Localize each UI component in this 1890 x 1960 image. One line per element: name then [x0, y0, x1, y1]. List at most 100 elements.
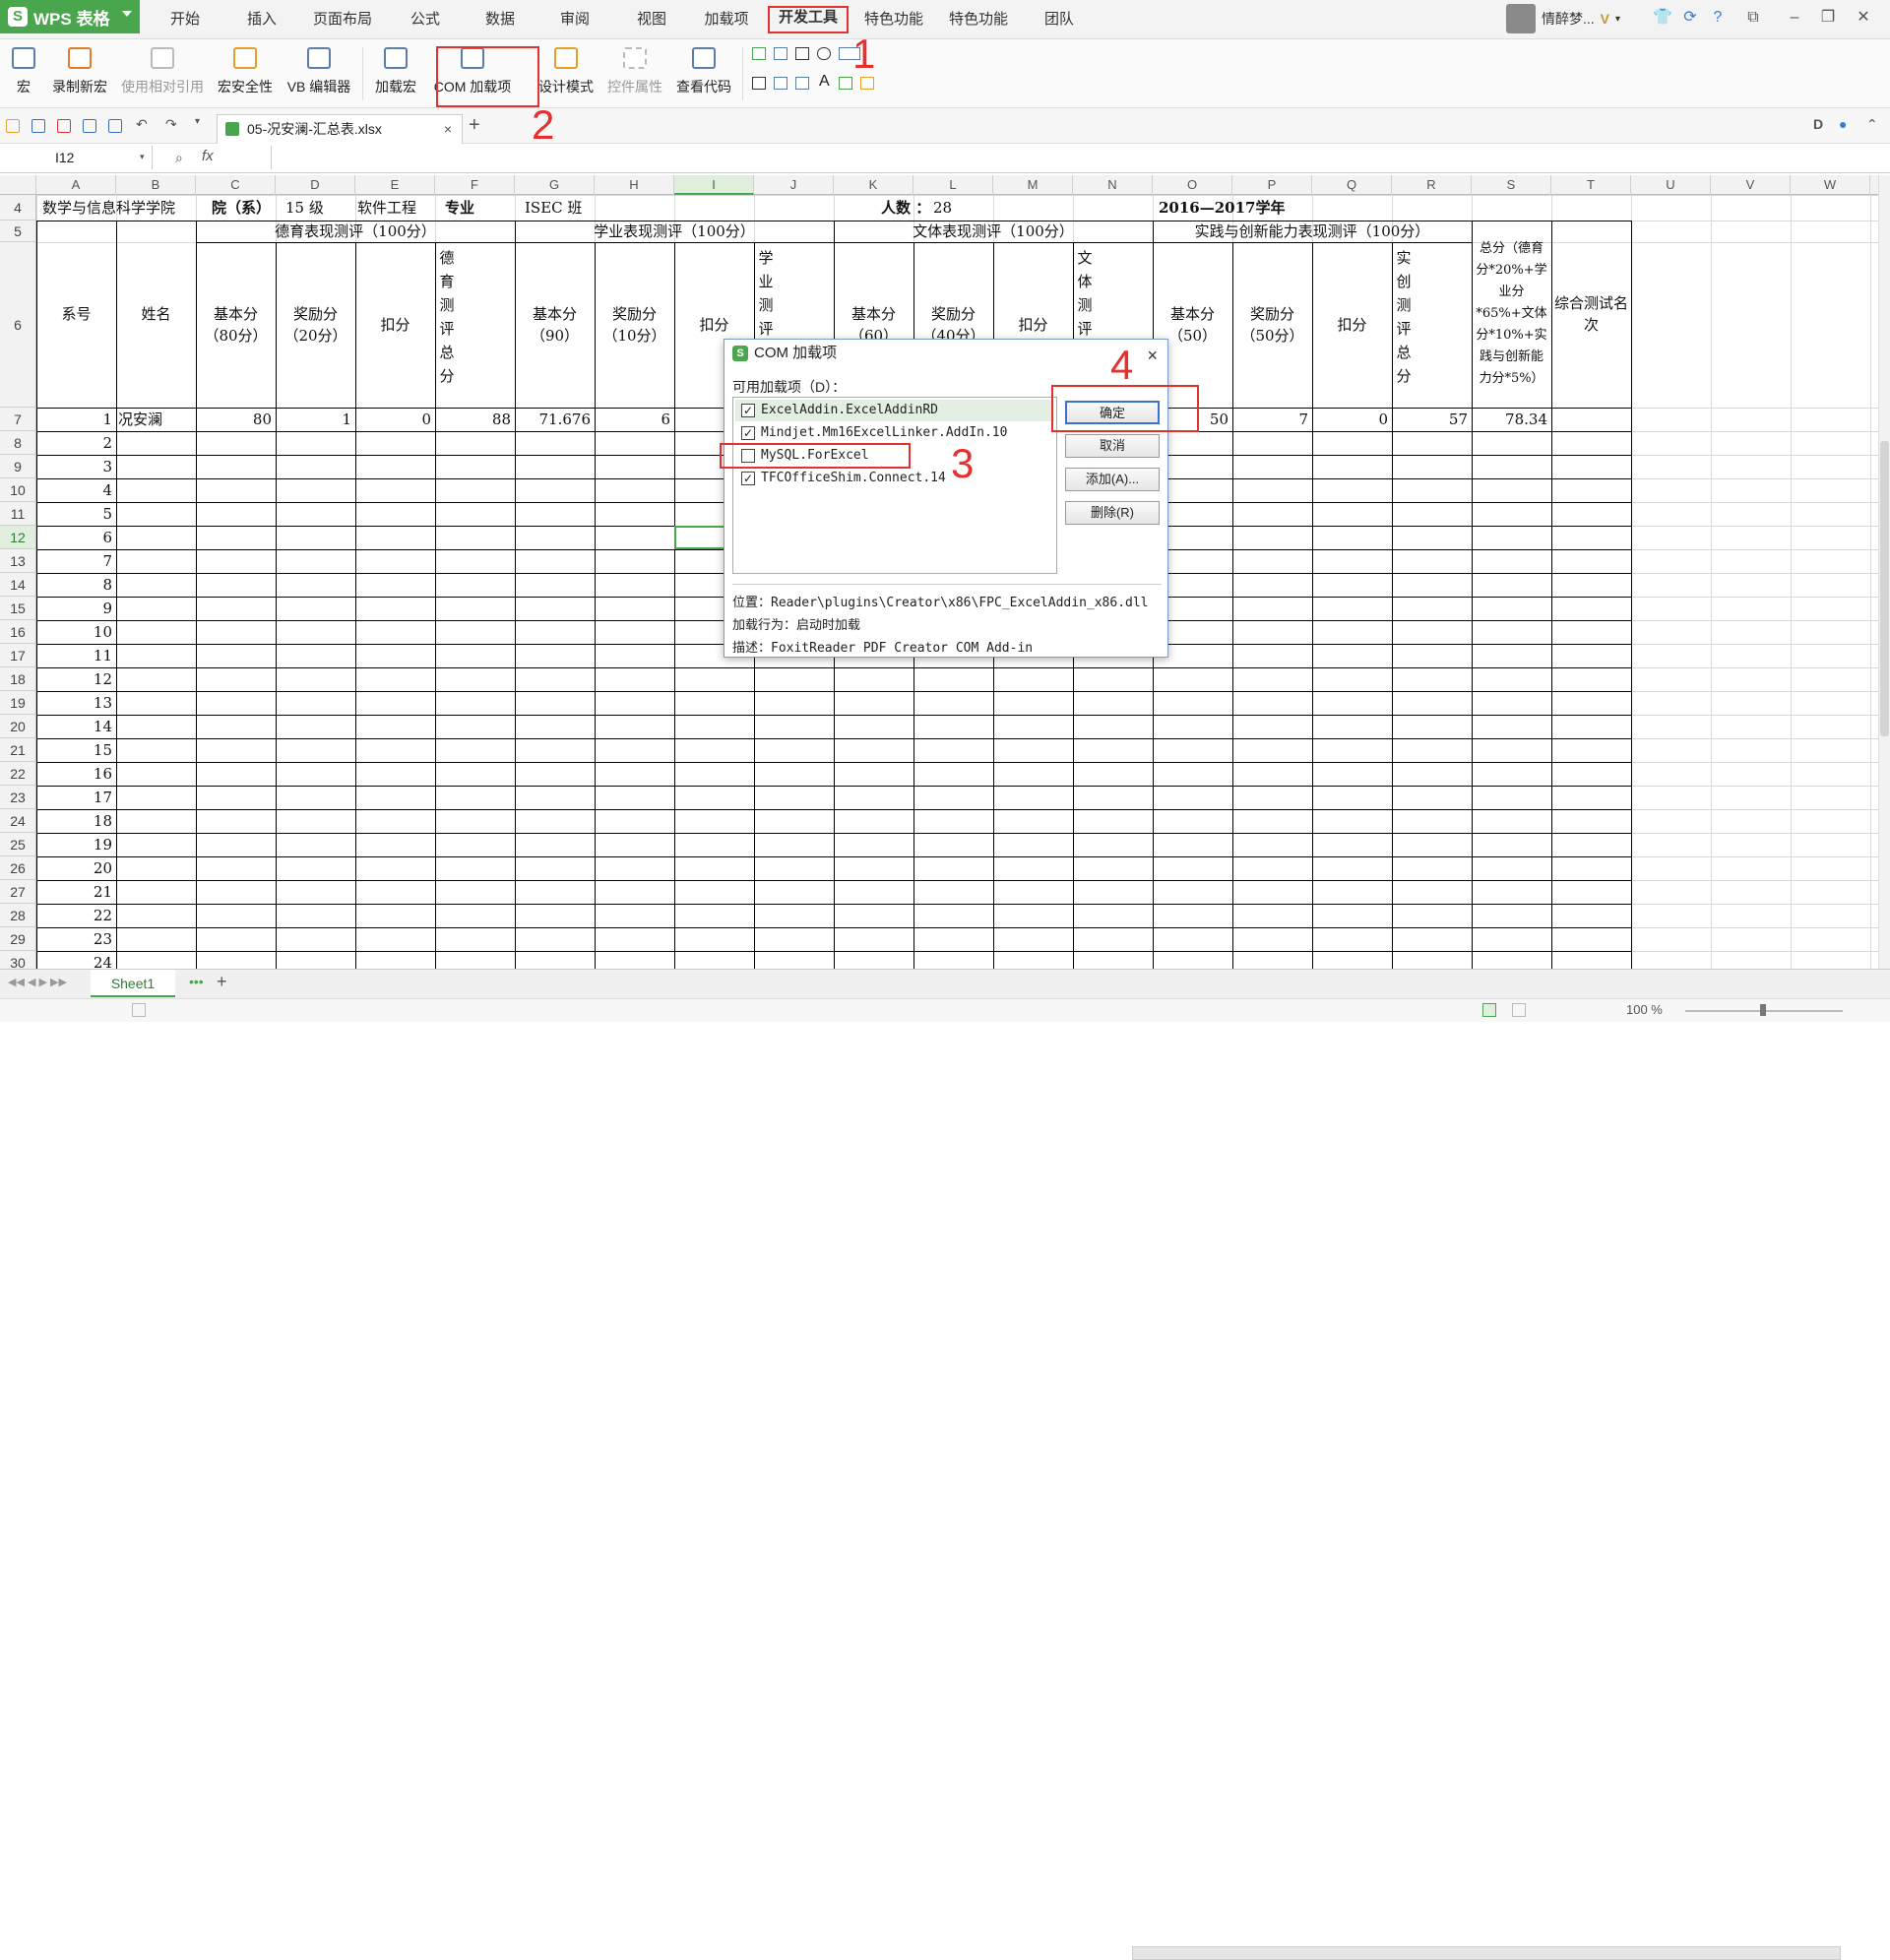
open-icon[interactable] — [6, 119, 20, 133]
minimize-icon[interactable]: – — [1778, 6, 1811, 30]
column-header[interactable]: F — [435, 175, 515, 195]
addin-checkbox[interactable]: ✓ — [741, 472, 755, 485]
tab-team[interactable]: 团队 — [1032, 8, 1087, 32]
view-code-button[interactable]: 查看代码 — [671, 43, 736, 104]
macro-status-icon[interactable] — [132, 1003, 146, 1017]
row-header[interactable]: 23 — [0, 786, 36, 809]
row-header[interactable]: 20 — [0, 715, 36, 738]
row-header[interactable]: 8 — [0, 431, 36, 455]
list-item[interactable]: ✓ TFCOfficeShim.Connect.14 — [735, 468, 1054, 489]
textbox-control-icon[interactable] — [795, 47, 809, 60]
tab-developer[interactable]: 开发工具 — [768, 6, 849, 33]
redo-icon[interactable]: ↷ — [165, 116, 177, 133]
row-header[interactable]: 29 — [0, 927, 36, 951]
row-header[interactable]: 15 — [0, 597, 36, 620]
label-control-icon[interactable] — [774, 47, 788, 60]
column-header[interactable]: A — [36, 175, 116, 195]
column-header[interactable]: D — [276, 175, 355, 195]
sheet-nav-icon[interactable]: ◀◀ ◀ ▶ ▶▶ — [8, 976, 67, 988]
column-header[interactable]: U — [1631, 175, 1711, 195]
column-header[interactable]: M — [993, 175, 1073, 195]
close-tab-icon[interactable]: × — [444, 115, 452, 143]
select-all-corner[interactable] — [0, 175, 36, 195]
checkbox-control-icon[interactable] — [752, 47, 766, 60]
row-header[interactable]: 21 — [0, 738, 36, 762]
vb-editor-button[interactable]: VB 编辑器 — [282, 43, 356, 104]
row-header[interactable]: 13 — [0, 549, 36, 573]
column-header[interactable]: K — [834, 175, 914, 195]
row-header[interactable]: 17 — [0, 644, 36, 667]
row-header[interactable]: 9 — [0, 455, 36, 478]
column-header[interactable]: Q — [1312, 175, 1392, 195]
row-header[interactable]: 27 — [0, 880, 36, 904]
column-header[interactable]: S — [1472, 175, 1551, 195]
row-header[interactable]: 28 — [0, 904, 36, 927]
normal-view-icon[interactable] — [1482, 1003, 1496, 1017]
macro-button[interactable]: 宏 — [6, 43, 41, 104]
print-icon[interactable] — [83, 119, 96, 133]
user-account[interactable]: 情醉梦... V ▾ — [1506, 4, 1620, 33]
more-controls-icon[interactable] — [860, 77, 874, 90]
new-tab-button[interactable]: + — [469, 114, 480, 137]
restore-window-icon[interactable]: ⧉ — [1736, 6, 1770, 30]
print-preview-icon[interactable] — [108, 119, 122, 133]
column-header[interactable]: T — [1551, 175, 1631, 195]
row-header[interactable]: 11 — [0, 502, 36, 526]
scrollbar-control-icon[interactable] — [795, 77, 809, 90]
add-addin-button[interactable]: 添加(A)... — [1065, 468, 1160, 491]
macro-security-button[interactable]: 宏安全性 — [213, 43, 278, 104]
control-properties-button[interactable]: 控件属性 — [602, 43, 667, 104]
list-item[interactable]: ✓ Mindjet.Mm16ExcelLinker.AddIn.10 — [735, 422, 1054, 444]
chevron-down-icon[interactable]: ▾ — [195, 116, 200, 127]
spinner-control-icon[interactable] — [774, 77, 788, 90]
collapse-ribbon-icon[interactable]: ⌃ — [1866, 116, 1878, 133]
column-header[interactable]: P — [1232, 175, 1312, 195]
row-header[interactable]: 6 — [0, 242, 36, 408]
column-header[interactable]: H — [595, 175, 674, 195]
relative-reference-button[interactable]: 使用相对引用 — [116, 43, 209, 104]
column-header[interactable]: N — [1073, 175, 1153, 195]
document-icon[interactable]: D — [1813, 116, 1823, 132]
tab-insert[interactable]: 插入 — [234, 8, 289, 32]
column-header[interactable]: R — [1392, 175, 1472, 195]
vertical-scrollbar[interactable] — [1878, 175, 1890, 969]
add-sheet-button[interactable]: + — [217, 972, 227, 992]
row-header[interactable]: 4 — [0, 195, 36, 221]
horizontal-scrollbar[interactable] — [1132, 1946, 1841, 1960]
row-header[interactable]: 16 — [0, 620, 36, 644]
tab-review[interactable]: 审阅 — [547, 8, 602, 32]
page-layout-view-icon[interactable] — [1512, 1003, 1526, 1017]
row-header[interactable]: 24 — [0, 809, 36, 833]
column-header[interactable]: J — [754, 175, 834, 195]
row-header[interactable]: 22 — [0, 762, 36, 786]
row-header[interactable]: 5 — [0, 221, 36, 242]
sheet-tab[interactable]: Sheet1 — [91, 970, 175, 997]
column-header[interactable]: G — [515, 175, 595, 195]
addins-list[interactable]: ✓ ExcelAddin.ExcelAddinRD ✓ Mindjet.Mm16Ex… — [732, 397, 1057, 574]
document-tab[interactable]: 05-况安澜-汇总表.xlsx × — [217, 114, 463, 144]
column-header[interactable]: B — [116, 175, 196, 195]
fx-label[interactable]: fx — [202, 148, 214, 164]
row-header[interactable]: 12 — [0, 526, 36, 549]
row-header[interactable]: 26 — [0, 856, 36, 880]
radio-control-icon[interactable] — [817, 47, 831, 60]
maximize-icon[interactable]: ❐ — [1811, 6, 1845, 30]
help-icon[interactable]: ? — [1701, 6, 1734, 30]
row-header[interactable]: 19 — [0, 691, 36, 715]
tab-home[interactable]: 开始 — [158, 8, 213, 32]
column-header[interactable]: W — [1791, 175, 1870, 195]
column-header[interactable]: E — [355, 175, 435, 195]
zoom-icon[interactable]: ⌕ — [175, 150, 183, 166]
pdf-icon[interactable] — [57, 119, 71, 133]
load-macro-button[interactable]: 加载宏 — [368, 43, 423, 104]
column-header[interactable]: C — [196, 175, 276, 195]
tab-addins[interactable]: 加载项 — [695, 8, 758, 32]
row-header[interactable]: 25 — [0, 833, 36, 856]
addin-checkbox[interactable]: ✓ — [741, 404, 755, 417]
zoom-level[interactable]: 100 % — [1626, 1002, 1663, 1017]
list-item[interactable]: ✓ ExcelAddin.ExcelAddinRD — [735, 400, 1054, 421]
more-sheets-icon[interactable]: ••• — [189, 974, 204, 989]
text-control-icon[interactable]: A — [819, 73, 830, 91]
row-header[interactable]: 18 — [0, 667, 36, 691]
column-header[interactable]: V — [1711, 175, 1791, 195]
